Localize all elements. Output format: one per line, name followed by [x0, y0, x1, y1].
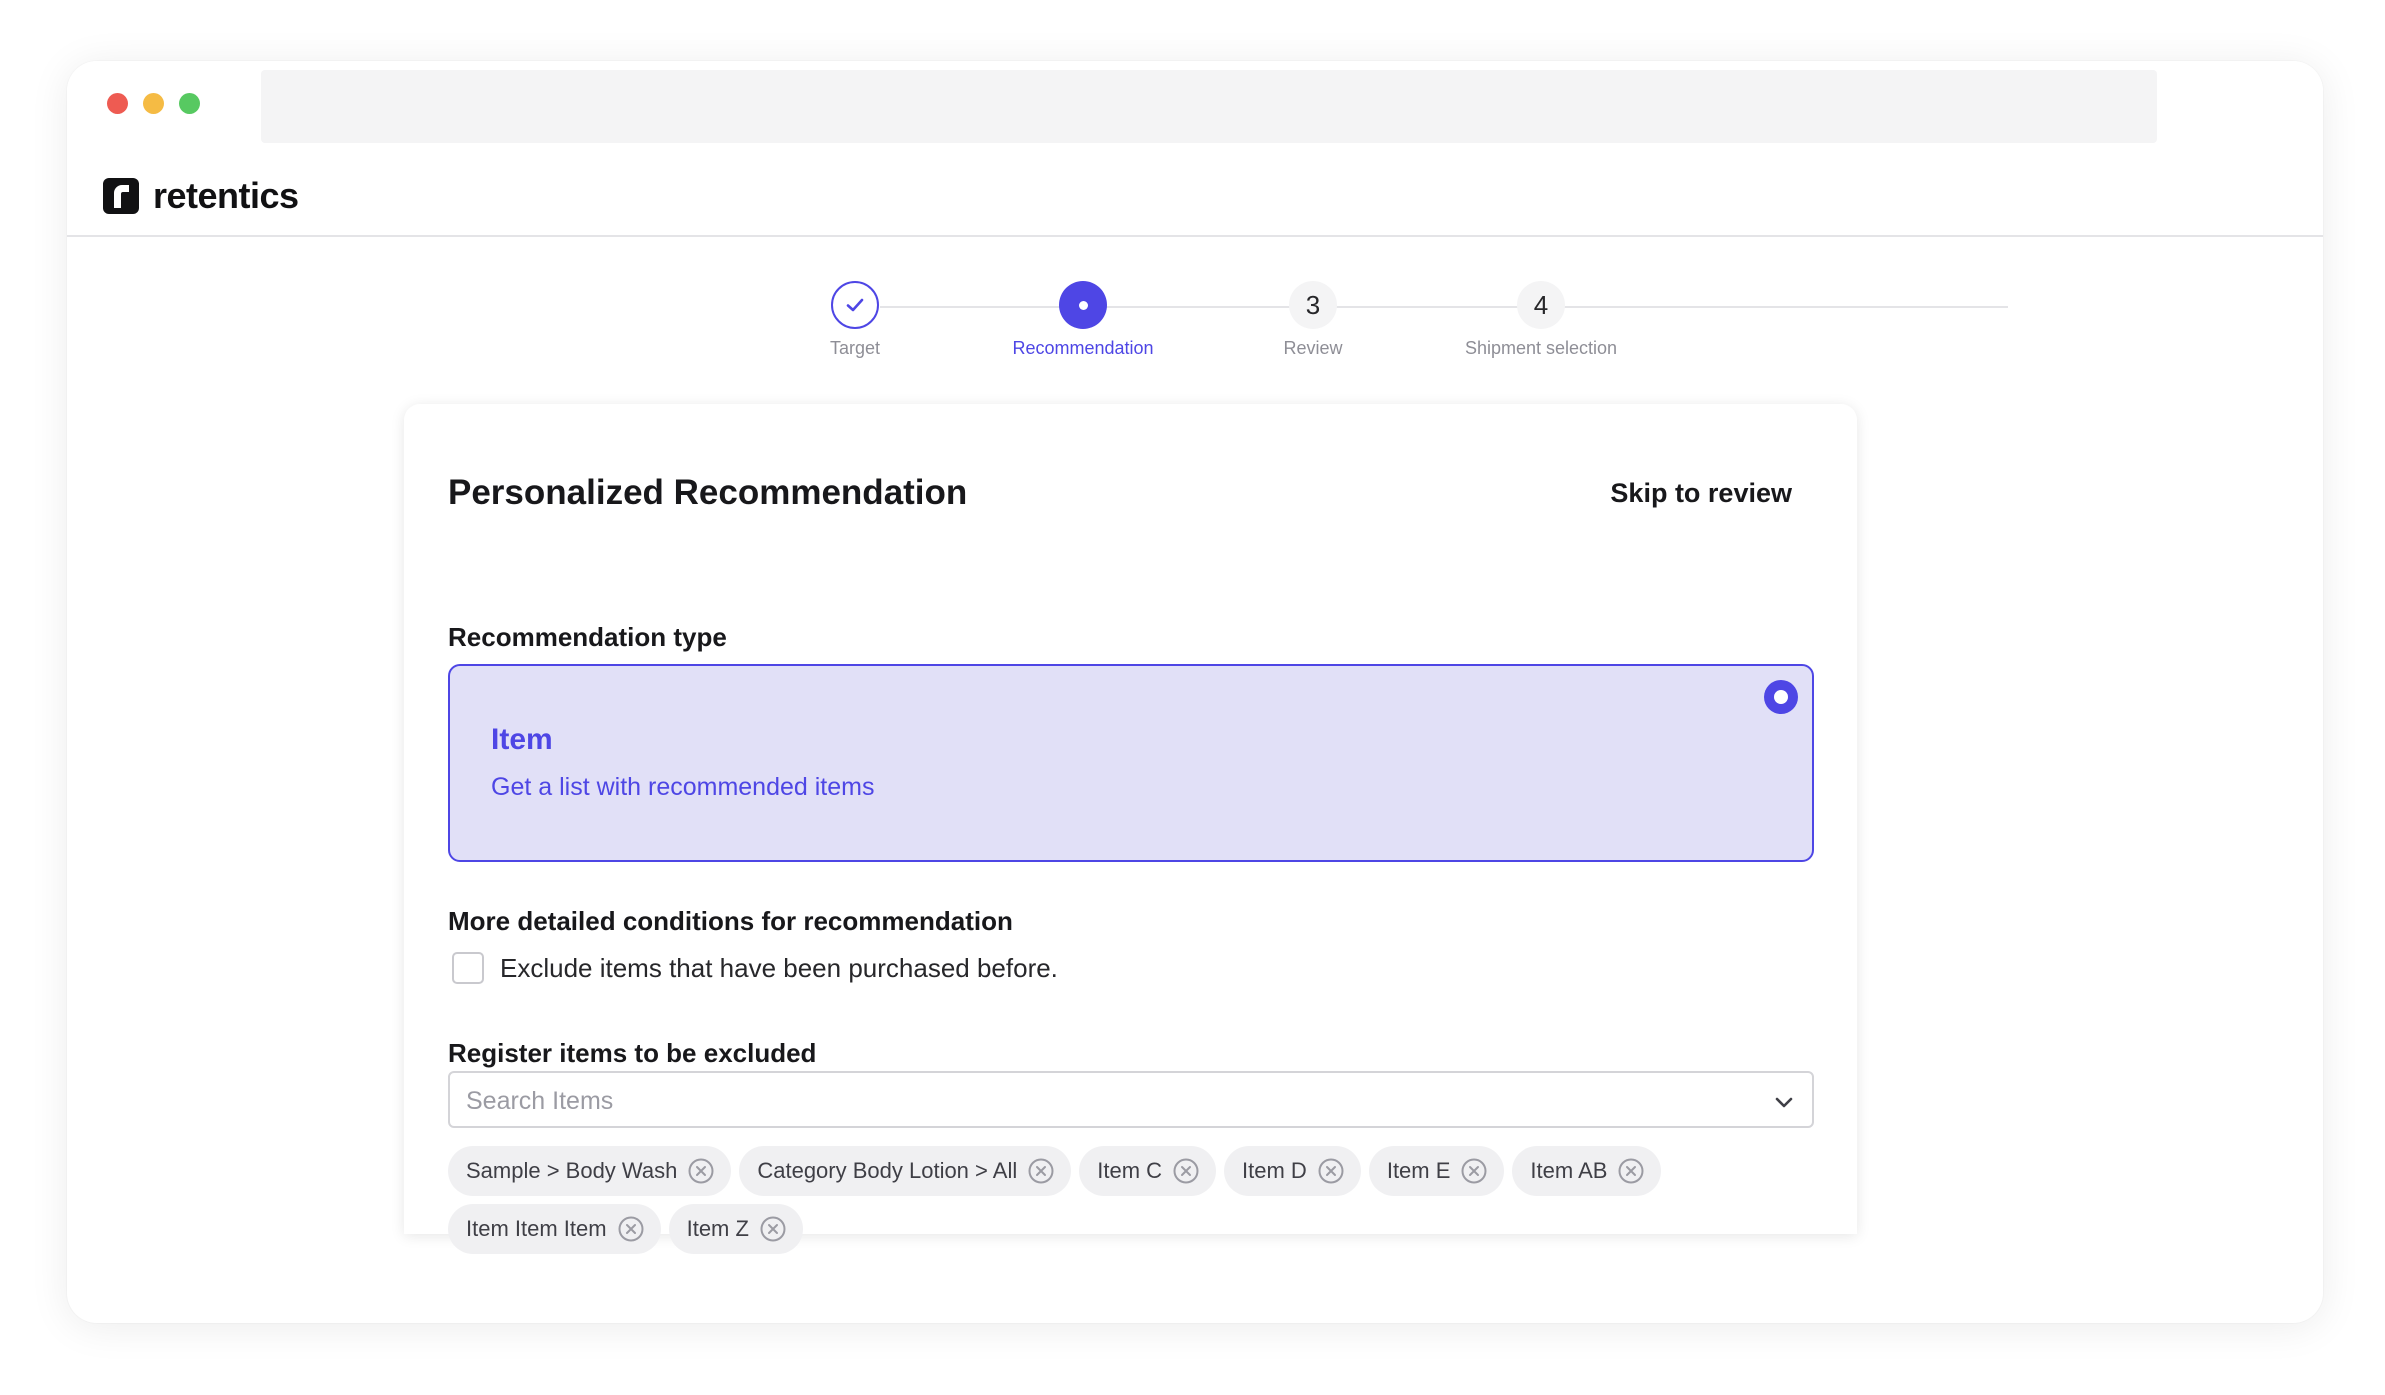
option-description: Get a list with recommended items [491, 773, 875, 801]
remove-chip-icon[interactable] [687, 1157, 715, 1185]
search-items-placeholder: Search Items [466, 1087, 614, 1115]
remove-chip-icon[interactable] [617, 1215, 645, 1243]
step-circle: 4 [1517, 281, 1565, 329]
step-label: Shipment selection [1464, 338, 1618, 358]
recommendation-option-item[interactable]: Item Get a list with recommended items [448, 664, 1814, 862]
step-recommendation[interactable]: Recommendation [973, 281, 1193, 359]
close-window-button[interactable] [107, 93, 128, 114]
chip-label: Sample > Body Wash [466, 1158, 678, 1183]
option-radio[interactable] [1764, 680, 1798, 714]
page-title: Personalized Recommendation [448, 473, 968, 512]
excluded-item-chip: Item D [1224, 1146, 1361, 1196]
skip-to-review-button[interactable]: Skip to review [1610, 478, 1792, 509]
step-circle [831, 281, 879, 329]
step-review[interactable]: 3 Review [1203, 281, 1423, 359]
brand-name: retentics [153, 175, 299, 216]
chip-label: Item D [1242, 1158, 1307, 1183]
excluded-items-list: Sample > Body Wash Category Body Lotion >… [448, 1146, 1688, 1254]
active-dot-icon [1078, 300, 1088, 310]
step-label: Target [829, 338, 881, 358]
excluded-item-chip: Item Item Item [448, 1204, 661, 1254]
chip-label: Category Body Lotion > All [757, 1158, 1018, 1183]
exclude-purchased-row[interactable]: Exclude items that have been purchased b… [452, 952, 1058, 984]
exclude-purchased-label: Exclude items that have been purchased b… [500, 952, 1058, 983]
step-circle: 3 [1289, 281, 1337, 329]
step-shipment-selection[interactable]: 4 Shipment selection [1431, 281, 1651, 359]
recommendation-type-label: Recommendation type [448, 622, 727, 652]
minimize-window-button[interactable] [143, 93, 164, 114]
remove-chip-icon[interactable] [1617, 1157, 1645, 1185]
remove-chip-icon[interactable] [1172, 1157, 1200, 1185]
chevron-down-icon [1775, 1097, 1793, 1108]
remove-chip-icon[interactable] [1317, 1157, 1345, 1185]
chip-label: Item Z [686, 1216, 749, 1241]
search-items-select[interactable]: Search Items [448, 1071, 1814, 1128]
exclude-items-label: Register items to be excluded [448, 1038, 817, 1068]
check-icon [846, 298, 864, 312]
chip-label: Item C [1097, 1158, 1163, 1183]
chip-label: Item AB [1530, 1158, 1608, 1183]
maximize-window-button[interactable] [179, 93, 200, 114]
address-bar[interactable] [261, 70, 2157, 143]
chip-label: Item Item Item [466, 1216, 607, 1241]
step-target[interactable]: Target [745, 281, 965, 359]
step-label: Recommendation [1012, 338, 1154, 358]
excluded-item-chip: Category Body Lotion > All [739, 1146, 1072, 1196]
excluded-item-chip: Item Z [668, 1204, 803, 1254]
remove-chip-icon[interactable] [1460, 1157, 1488, 1185]
app-header: retentics [67, 151, 2323, 237]
excluded-item-chip: Item C [1079, 1146, 1217, 1196]
browser-titlebar [67, 61, 2323, 151]
exclude-purchased-checkbox[interactable] [452, 952, 484, 984]
radio-selected-icon [1774, 690, 1788, 704]
remove-chip-icon[interactable] [759, 1215, 787, 1243]
chip-label: Item E [1386, 1158, 1451, 1183]
excluded-item-chip: Item AB [1512, 1146, 1662, 1196]
step-circle [1059, 281, 1107, 329]
option-title: Item [491, 723, 553, 756]
remove-chip-icon[interactable] [1027, 1157, 1055, 1185]
excluded-item-chip: Item E [1368, 1146, 1505, 1196]
excluded-item-chip: Sample > Body Wash [448, 1146, 732, 1196]
retentics-logo-icon [103, 178, 139, 214]
brand-logo[interactable]: retentics [103, 175, 299, 217]
conditions-label: More detailed conditions for recommendat… [448, 906, 1013, 936]
step-label: Review [1283, 338, 1343, 358]
recommendation-card: Personalized Recommendation Skip to revi… [404, 404, 1857, 1254]
